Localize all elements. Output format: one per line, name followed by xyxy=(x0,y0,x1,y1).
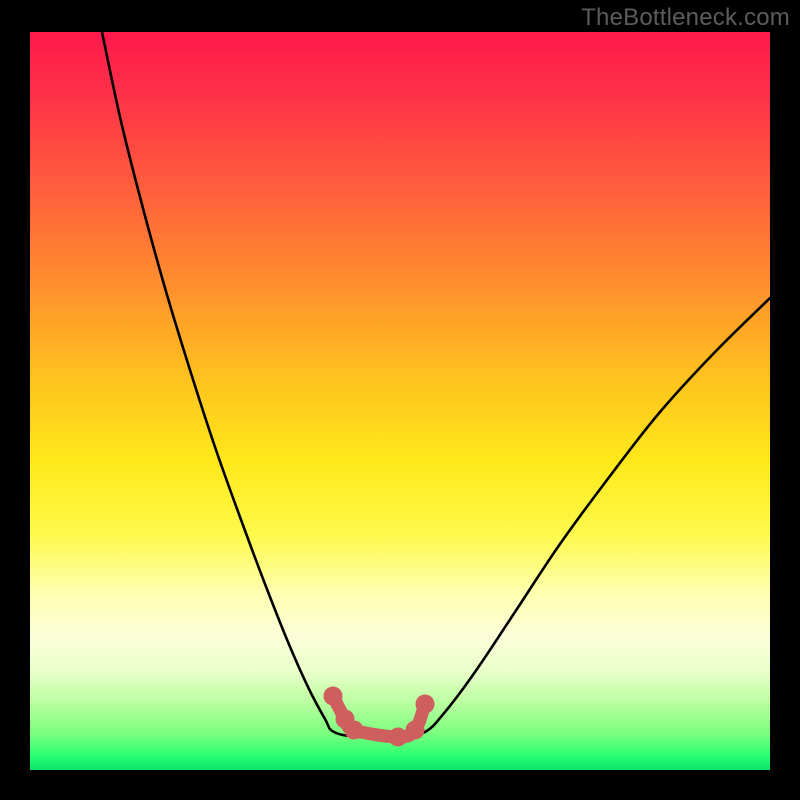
valley-dot xyxy=(389,728,408,747)
valley-dot xyxy=(324,687,343,706)
curve-overlay xyxy=(30,32,770,770)
valley-dot xyxy=(416,695,435,714)
valley-dot xyxy=(345,721,364,740)
chart-frame: TheBottleneck.com xyxy=(0,0,800,800)
watermark-label: TheBottleneck.com xyxy=(581,4,790,32)
bottleneck-curve xyxy=(102,32,770,738)
valley-dot xyxy=(406,721,425,740)
plot-area xyxy=(30,32,770,770)
